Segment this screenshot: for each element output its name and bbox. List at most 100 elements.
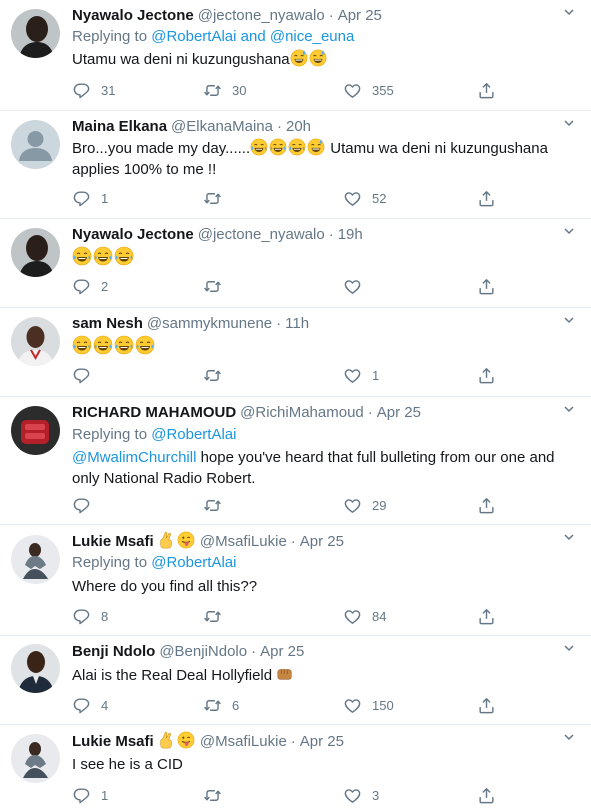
avatar[interactable]	[11, 644, 60, 693]
separator-dot: ·	[328, 7, 334, 24]
like-button[interactable]: 1	[343, 364, 379, 386]
tweet[interactable]: Nyawalo Jectone @jectone_nyawalo · Apr 25 R…	[0, 0, 591, 111]
tweet-text-content: Bro...you made my day......	[72, 140, 251, 157]
caret-down-icon[interactable]	[563, 642, 575, 654]
retweet-icon	[203, 189, 222, 208]
display-name[interactable]: RICHARD MAHAMOUD	[72, 404, 236, 421]
avatar[interactable]	[11, 406, 60, 455]
timestamp[interactable]: 11h	[285, 315, 309, 332]
retweet-button[interactable]	[203, 784, 232, 806]
caret-down-icon[interactable]	[563, 403, 575, 415]
retweet-button[interactable]	[203, 605, 232, 627]
caret-down-icon[interactable]	[563, 731, 575, 743]
user-handle[interactable]: @ElkanaMaina	[171, 118, 273, 135]
mention-link[interactable]: @RobertAlai	[151, 554, 236, 571]
tweet[interactable]: Nyawalo Jectone @jectone_nyawalo · 19h 2	[0, 219, 591, 308]
like-button[interactable]: 29	[343, 494, 386, 516]
reply-button[interactable]: 1	[72, 784, 108, 806]
avatar[interactable]	[11, 734, 60, 783]
share-button[interactable]	[477, 364, 506, 386]
avatar[interactable]	[11, 317, 60, 366]
timestamp[interactable]: Apr 25	[300, 733, 344, 750]
user-handle[interactable]: @MsafiLukie	[200, 733, 287, 750]
timestamp[interactable]: 20h	[286, 118, 311, 135]
tweet[interactable]: Maina Elkana @ElkanaMaina · 20h Bro...you m…	[0, 111, 591, 219]
retweet-button[interactable]: 6	[203, 694, 239, 716]
timestamp[interactable]: Apr 25	[260, 643, 304, 660]
caret-down-icon[interactable]	[563, 314, 575, 326]
mention-link[interactable]: @nice_euna	[270, 28, 354, 45]
share-icon	[477, 366, 496, 385]
user-handle[interactable]: @RichiMahamoud	[240, 404, 364, 421]
retweet-button[interactable]	[203, 494, 232, 516]
user-handle[interactable]: @jectone_nyawalo	[198, 226, 325, 243]
reply-icon	[72, 189, 91, 208]
avatar[interactable]	[11, 228, 60, 277]
display-name[interactable]: Maina Elkana	[72, 118, 167, 135]
tweet[interactable]: Lukie Msafi @MsafiLukie · Apr 25 Replying …	[0, 525, 591, 636]
tweet-text-content: hope you've heard that full bulleting fr…	[196, 449, 555, 466]
display-name[interactable]: Nyawalo Jectone	[72, 7, 194, 24]
mention-link[interactable]: @MwalimChurchill	[72, 449, 196, 466]
like-button[interactable]: 355	[343, 79, 394, 101]
retweet-button[interactable]	[203, 187, 232, 209]
avatar[interactable]	[11, 535, 60, 584]
tweet-actions: 1 52	[72, 187, 532, 209]
mention-link[interactable]: @RobertAlai	[151, 28, 236, 45]
reply-button[interactable]	[72, 364, 101, 386]
reply-button[interactable]: 1	[72, 187, 108, 209]
like-button[interactable]	[343, 275, 372, 297]
share-button[interactable]	[477, 275, 506, 297]
mention-link[interactable]: @RobertAlai	[151, 426, 236, 443]
caret-down-icon[interactable]	[563, 225, 575, 237]
tweet[interactable]: sam Nesh @sammykmunene · 11h 1	[0, 308, 591, 397]
retweet-button[interactable]: 30	[203, 79, 246, 101]
reply-button[interactable]: 8	[72, 605, 108, 627]
share-button[interactable]	[477, 494, 506, 516]
display-name[interactable]: Benji Ndolo	[72, 643, 155, 660]
timestamp[interactable]: Apr 25	[338, 7, 382, 24]
user-handle[interactable]: @MsafiLukie	[200, 533, 287, 550]
avatar[interactable]	[11, 9, 60, 58]
caret-down-icon[interactable]	[563, 531, 575, 543]
retweet-button[interactable]	[203, 275, 232, 297]
reply-button[interactable]: 31	[72, 79, 115, 101]
share-button[interactable]	[477, 784, 506, 806]
retweet-button[interactable]	[203, 364, 232, 386]
caret-down-icon[interactable]	[563, 6, 575, 18]
tweet[interactable]: Benji Ndolo @BenjiNdolo · Apr 25 Alai is th…	[0, 636, 591, 725]
timestamp[interactable]: 19h	[338, 226, 363, 243]
fist-emoji-icon	[276, 665, 294, 683]
tweet[interactable]: Lukie Msafi @MsafiLukie · Apr 25 I see he …	[0, 725, 591, 808]
like-button[interactable]: 52	[343, 187, 386, 209]
retweet-count: 6	[232, 697, 240, 713]
replying-to-joiner[interactable]: and	[241, 28, 266, 45]
user-handle[interactable]: @BenjiNdolo	[159, 643, 247, 660]
timestamp[interactable]: Apr 25	[300, 533, 344, 550]
display-name[interactable]: Nyawalo Jectone	[72, 226, 194, 243]
caret-down-icon[interactable]	[563, 117, 575, 129]
reply-button[interactable]	[72, 494, 101, 516]
reply-button[interactable]: 2	[72, 275, 108, 297]
grin-sweat-emoji-icon	[307, 138, 325, 156]
display-name[interactable]: sam Nesh	[72, 315, 143, 332]
like-button[interactable]: 3	[343, 784, 379, 806]
display-name[interactable]: Lukie Msafi	[72, 733, 154, 750]
joy-emoji-icon	[93, 335, 113, 355]
user-handle[interactable]: @jectone_nyawalo	[198, 7, 325, 24]
share-button[interactable]	[477, 187, 506, 209]
like-button[interactable]: 84	[343, 605, 386, 627]
reply-button[interactable]: 4	[72, 694, 108, 716]
user-handle[interactable]: @sammykmunene	[147, 315, 272, 332]
like-count: 1	[372, 367, 380, 383]
display-name[interactable]: Lukie Msafi	[72, 533, 154, 550]
avatar[interactable]	[11, 120, 60, 169]
share-button[interactable]	[477, 79, 506, 101]
timestamp[interactable]: Apr 25	[377, 404, 421, 421]
share-button[interactable]	[477, 694, 506, 716]
retweet-icon	[203, 366, 222, 385]
share-button[interactable]	[477, 605, 506, 627]
joy-emoji-icon	[72, 335, 92, 355]
tweet[interactable]: RICHARD MAHAMOUD @RichiMahamoud · Apr 25 Re…	[0, 397, 591, 525]
like-button[interactable]: 150	[343, 694, 394, 716]
